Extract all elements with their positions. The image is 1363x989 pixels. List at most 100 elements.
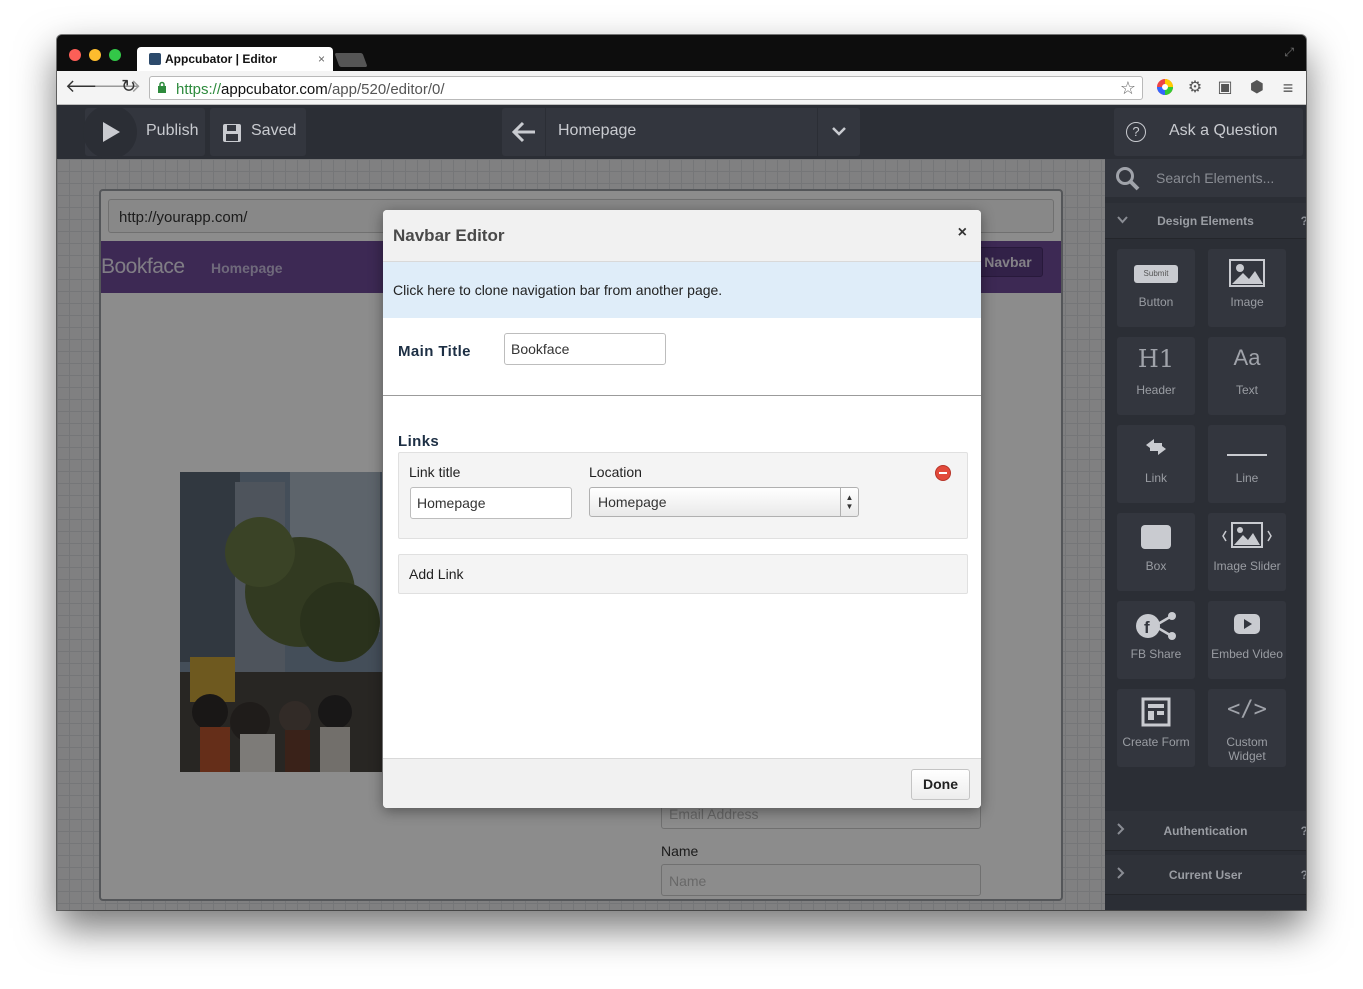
lock-icon — [158, 81, 166, 93]
address-bar: 🡐 🡒 ↻ https://appcubator.com/app/520/edi… — [57, 71, 1306, 105]
ask-question-label: Ask a Question — [1169, 122, 1278, 139]
modal-footer: Done — [383, 758, 981, 808]
chevron-down-icon — [832, 127, 846, 136]
elements-panel: Search Elements... Design Elements ? Sub… — [1105, 159, 1306, 910]
modal-header: Navbar Editor × — [383, 210, 981, 262]
text-icon: Aa — [1233, 345, 1261, 370]
element-label: Box — [1145, 559, 1167, 573]
add-link-label: Add Link — [409, 566, 464, 582]
element-label: Create Form — [1122, 735, 1190, 749]
help-icon: ? — [1126, 122, 1146, 142]
element-image-slider[interactable]: Image Slider — [1208, 513, 1286, 591]
back-page-button[interactable] — [502, 108, 546, 156]
element-image[interactable]: Image — [1208, 249, 1286, 327]
add-link-button[interactable]: Add Link — [398, 554, 968, 594]
extension-hex-icon[interactable]: ⬢ — [1247, 78, 1267, 98]
element-link[interactable]: Link — [1117, 425, 1195, 503]
video-icon — [1208, 613, 1286, 640]
search-input[interactable]: Search Elements... — [1156, 170, 1274, 186]
browser-tab[interactable]: Appcubator | Editor × — [137, 47, 333, 72]
reload-icon[interactable]: ↻ — [121, 76, 136, 97]
gear-icon[interactable]: ⚙ — [1185, 78, 1205, 98]
publish-button[interactable] — [83, 105, 137, 159]
image-slider-icon — [1208, 521, 1286, 556]
page-name: Homepage — [558, 122, 637, 139]
divider — [383, 395, 981, 396]
link-title-label: Link title — [409, 464, 461, 480]
link-icon — [1117, 437, 1195, 464]
element-label: Link — [1144, 471, 1167, 485]
link-title-input[interactable] — [410, 487, 572, 519]
element-button[interactable]: Submit Button — [1117, 249, 1195, 327]
minimize-window-button[interactable] — [89, 49, 101, 61]
url-input[interactable]: https://appcubator.com/app/520/editor/0/… — [149, 76, 1143, 100]
design-elements-label: Design Elements — [1157, 214, 1254, 228]
save-icon — [223, 124, 241, 142]
location-select-value: Homepage — [598, 494, 667, 510]
element-label: Header — [1136, 383, 1176, 397]
help-icon[interactable]: ? — [1301, 868, 1306, 882]
done-button[interactable]: Done — [911, 769, 970, 800]
element-create-form[interactable]: Create Form — [1117, 689, 1195, 767]
remove-link-icon[interactable] — [935, 465, 951, 481]
clone-navbar-text: Click here to clone navigation bar from … — [393, 282, 723, 298]
element-label: Text — [1235, 383, 1258, 397]
design-elements-header[interactable]: Design Elements ? — [1105, 203, 1306, 239]
element-label: Button — [1138, 295, 1174, 309]
element-line[interactable]: Line — [1208, 425, 1286, 503]
current-user-label: Current User — [1168, 868, 1243, 882]
tab-title: Appcubator | Editor — [165, 52, 278, 66]
tab-close-icon[interactable]: × — [318, 52, 325, 66]
element-search[interactable]: Search Elements... — [1105, 159, 1306, 197]
authentication-label: Authentication — [1163, 824, 1248, 838]
main-title-label: Main Title — [398, 343, 471, 360]
main-title-input[interactable] — [504, 333, 666, 365]
location-select[interactable]: Homepage ▲ ▼ — [589, 487, 859, 517]
saved-label: Saved — [251, 122, 297, 139]
element-label: Custom Widget — [1226, 735, 1268, 763]
element-label: FB Share — [1130, 647, 1182, 661]
line-icon — [1208, 445, 1286, 463]
clone-navbar-link[interactable]: Click here to clone navigation bar from … — [383, 262, 981, 318]
modal-title: Navbar Editor — [393, 226, 505, 245]
close-icon[interactable]: × — [958, 224, 967, 242]
url-text: https://appcubator.com/app/520/editor/0/ — [176, 81, 445, 98]
element-text[interactable]: Aa Text — [1208, 337, 1286, 415]
button-icon: Submit — [1117, 263, 1195, 283]
play-icon — [103, 122, 120, 142]
help-icon[interactable]: ? — [1301, 214, 1306, 228]
element-box[interactable]: Box — [1117, 513, 1195, 591]
form-icon — [1117, 697, 1195, 732]
color-picker-extension-icon[interactable] — [1155, 78, 1175, 98]
menu-icon[interactable]: ≡ — [1278, 78, 1298, 98]
element-header[interactable]: H1 Header — [1117, 337, 1195, 415]
header-icon: H1 — [1137, 345, 1175, 373]
current-user-header[interactable]: Current User ? — [1105, 855, 1306, 895]
new-tab-button[interactable] — [334, 53, 368, 67]
element-custom-widget[interactable]: </> Custom Widget — [1208, 689, 1286, 767]
location-label: Location — [589, 464, 642, 480]
element-fb-share[interactable]: f FB Share — [1117, 601, 1195, 679]
box-icon — [1117, 524, 1195, 555]
element-label: Image — [1230, 295, 1264, 309]
select-arrows-icon: ▲ ▼ — [840, 488, 858, 516]
help-icon[interactable]: ? — [1301, 824, 1306, 838]
publish-label[interactable]: Publish — [146, 122, 198, 140]
authentication-header[interactable]: Authentication ? — [1105, 811, 1306, 851]
element-label: Embed Video — [1211, 647, 1283, 661]
link-row: Link title Location Homepage ▲▼ — [398, 452, 968, 539]
maximize-window-button[interactable] — [109, 49, 121, 61]
element-label: Image Slider — [1213, 559, 1281, 573]
links-label: Links — [398, 433, 440, 450]
page-switcher[interactable] — [502, 108, 860, 156]
fullscreen-icon[interactable]: ⤢ — [1284, 45, 1294, 60]
image-icon — [1208, 259, 1286, 292]
page-dropdown-button[interactable] — [817, 108, 860, 156]
element-label: Line — [1235, 471, 1259, 485]
editor-toolbar: Publish Saved Homepage ? Ask a Question — [57, 105, 1306, 159]
close-window-button[interactable] — [69, 49, 81, 61]
bookmark-star-icon[interactable]: ☆ — [1120, 78, 1136, 99]
element-embed-video[interactable]: Embed Video — [1208, 601, 1286, 679]
screenshot-extension-icon[interactable]: ▣ — [1215, 78, 1235, 98]
code-icon: </> — [1227, 697, 1267, 722]
